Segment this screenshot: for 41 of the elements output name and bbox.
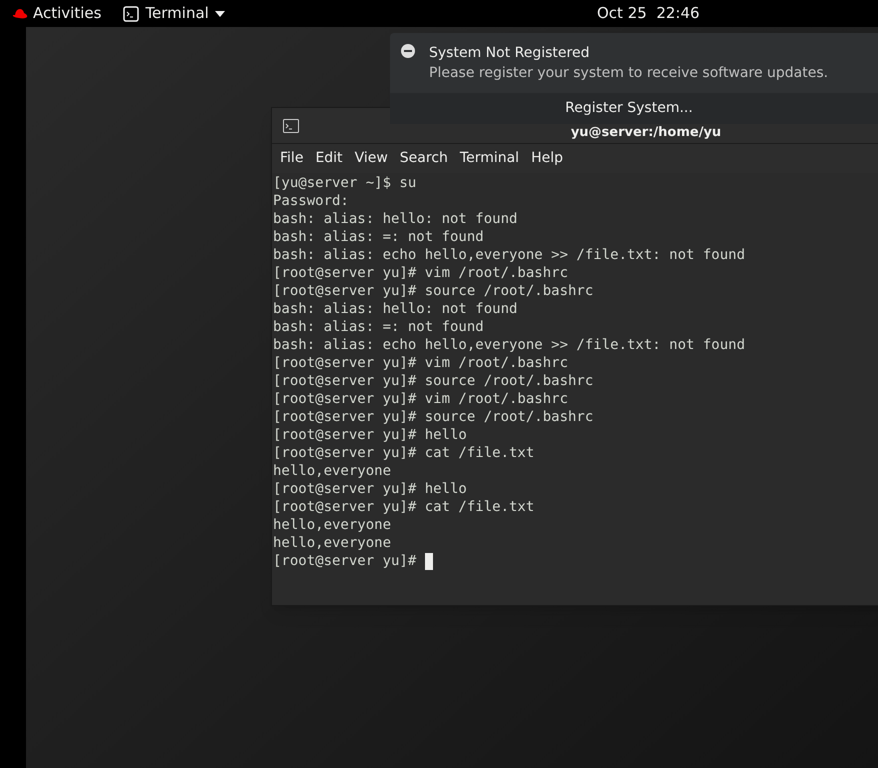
terminal-line: bash: alias: hello: not found (273, 300, 518, 318)
menu-item[interactable]: Help (525, 148, 569, 169)
terminal-line: [root@server yu]# hello (273, 480, 467, 498)
app-menu[interactable]: Terminal (123, 2, 225, 25)
terminal-line: [root@server yu]# cat /file.txt (273, 498, 534, 516)
terminal-line: hello,everyone (273, 462, 392, 480)
terminal-line: hello,everyone (273, 534, 392, 552)
menu-item[interactable]: Search (394, 148, 454, 169)
register-button[interactable]: Register System... (390, 93, 878, 124)
terminal-line: Password: (273, 192, 349, 210)
notification-body: Please register your system to receive software updates. (429, 64, 828, 83)
hat-icon (11, 6, 29, 20)
terminal-line: [root@server yu]# hello (273, 426, 467, 444)
terminal-line: [root@server yu]# vim /root/.bashrc (273, 264, 568, 282)
menu-item[interactable]: Terminal (454, 148, 526, 169)
terminal-line: bash: alias: hello: not found (273, 210, 518, 228)
terminal-line: [root@server yu]# source /root/.bashrc (273, 408, 594, 426)
menu-item[interactable]: File (274, 148, 310, 169)
terminal-line: [root@server yu]# source /root/.bashrc (273, 372, 594, 390)
terminal-line: bash: alias: echo hello,everyone >> /file.txt: not found (273, 246, 746, 264)
terminal-line: [root@server yu]# vim /root/.bashrc (273, 390, 568, 408)
clock[interactable]: Oct 25 22:46 (597, 2, 700, 25)
terminal-line: [root@server yu]# source /root/.bashrc (273, 282, 594, 300)
terminal-line: hello,everyone (273, 516, 392, 534)
terminal-line: bash: alias: echo hello,everyone >> /file.txt: not found (273, 336, 746, 354)
terminal-line: [root@server yu]# cat /file.txt (273, 444, 534, 462)
activities-button[interactable]: Activities (33, 2, 102, 25)
terminal-icon (123, 6, 140, 22)
terminal-prompt: [root@server yu]# (273, 552, 418, 570)
caret-icon (214, 10, 225, 16)
cursor (424, 552, 433, 570)
menu-item[interactable]: Edit (309, 148, 349, 169)
terminal-line: [yu@server ~]$ su (273, 174, 416, 192)
blocked-icon (401, 44, 415, 58)
terminal-line: bash: alias: =: not found (273, 318, 484, 336)
terminal-line: bash: alias: =: not found (273, 228, 484, 246)
notification-title: System Not Registered (429, 44, 590, 63)
window-title: yu@server:/home/yu (570, 124, 722, 142)
terminal-icon (283, 119, 299, 133)
terminal-line: [root@server yu]# vim /root/.bashrc (273, 354, 568, 372)
menu-item[interactable]: View (348, 148, 394, 169)
